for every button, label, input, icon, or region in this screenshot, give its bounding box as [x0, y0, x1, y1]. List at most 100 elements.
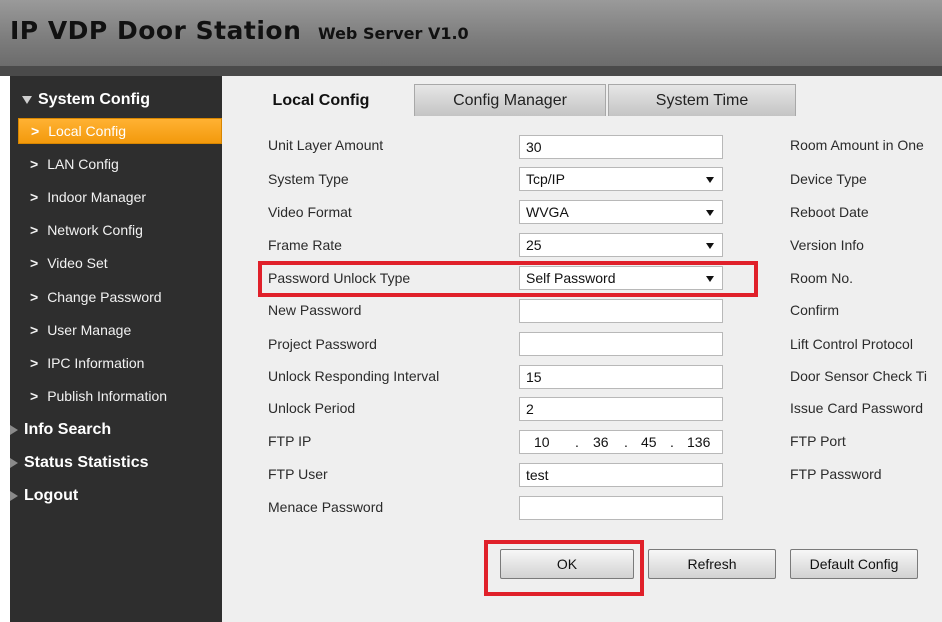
field-value: 30 [526, 139, 542, 155]
sidebar-item-publish-information[interactable]: > Publish Information [18, 383, 222, 409]
frame-rate-select[interactable]: 25 [519, 233, 723, 257]
label-confirm: Confirm [790, 302, 840, 318]
ip-octet-3[interactable]: 45 [641, 434, 657, 450]
button-label: Refresh [687, 556, 737, 572]
sidebar-item-lan-config[interactable]: > LAN Config [18, 151, 222, 177]
sidebar-item-user-manage[interactable]: > User Manage [18, 317, 222, 343]
label-frame-rate: Frame Rate [268, 237, 342, 253]
header-divider [0, 66, 942, 76]
tab-label: System Time [655, 91, 749, 109]
triangle-down-icon [22, 96, 32, 104]
label-new-password: New Password [268, 302, 362, 318]
highlight-box-ok-button [484, 540, 644, 596]
sidebar-item-change-password[interactable]: > Change Password [18, 284, 222, 310]
ip-octet-4[interactable]: 136 [687, 434, 710, 450]
unlock-period-input[interactable]: 2 [519, 397, 723, 421]
sidebar-item-label: Publish Information [47, 388, 168, 404]
label-ftp-ip: FTP IP [268, 433, 312, 449]
label-device-type: Device Type [790, 171, 867, 187]
label-room-no: Room No. [790, 270, 854, 286]
sidebar-item-ipc-information[interactable]: > IPC Information [18, 350, 222, 376]
chevron-right-icon: > [30, 388, 39, 404]
sidebar-item-label: Indoor Manager [47, 189, 147, 205]
unit-layer-amount-input[interactable]: 30 [519, 135, 723, 159]
tab-local-config[interactable]: Local Config [236, 84, 406, 116]
video-format-select[interactable]: WVGA [519, 200, 723, 224]
sidebar-section-label: System Config [38, 91, 151, 108]
sidebar-item-label: Change Password [47, 289, 162, 305]
label-unlock-period: Unlock Period [268, 400, 356, 416]
label-ftp-port: FTP Port [790, 433, 846, 449]
label-video-format: Video Format [268, 204, 352, 220]
label-room-amount: Room Amount in One [790, 137, 924, 153]
triangle-right-icon [10, 425, 18, 435]
menace-password-input[interactable] [519, 496, 723, 520]
new-password-input[interactable] [519, 299, 723, 323]
button-label: Default Config [809, 556, 899, 572]
project-password-input[interactable] [519, 332, 723, 356]
app-subtitle: Web Server V1.0 [318, 24, 469, 43]
tab-label: Config Manager [453, 91, 567, 109]
label-door-sensor-check: Door Sensor Check Ti [790, 368, 927, 384]
triangle-right-icon [10, 458, 18, 468]
chevron-right-icon: > [30, 355, 39, 371]
dropdown-arrow-icon [706, 177, 714, 183]
sidebar-section-status-statistics[interactable]: Status Statistics [10, 449, 222, 477]
sidebar-item-label: Local Config [48, 123, 127, 139]
sidebar-section-label: Logout [24, 487, 79, 504]
sidebar: System Config > Local Config > LAN Confi… [10, 76, 222, 622]
field-value: Tcp/IP [526, 171, 565, 187]
default-config-button[interactable]: Default Config [790, 549, 918, 579]
tab-system-time[interactable]: System Time [608, 84, 796, 116]
ftp-ip-input[interactable]: 10 . 36 . 45 . 136 [519, 430, 723, 454]
label-system-type: System Type [268, 171, 349, 187]
highlight-box-password-unlock-type [258, 261, 758, 297]
ip-octet-2[interactable]: 36 [593, 434, 609, 450]
app-header: IP VDP Door Station Web Server V1.0 [0, 0, 942, 66]
dropdown-arrow-icon [706, 210, 714, 216]
sidebar-item-indoor-manager[interactable]: > Indoor Manager [18, 184, 222, 210]
refresh-button[interactable]: Refresh [648, 549, 776, 579]
sidebar-item-label: Video Set [47, 255, 108, 271]
chevron-right-icon: > [30, 322, 39, 338]
label-issue-card-password: Issue Card Password [790, 400, 924, 416]
sidebar-section-system-config[interactable]: System Config [10, 86, 222, 114]
system-type-select[interactable]: Tcp/IP [519, 167, 723, 191]
chevron-right-icon: > [30, 289, 39, 305]
label-lift-control-protocol: Lift Control Protocol [790, 336, 913, 352]
label-project-password: Project Password [268, 336, 377, 352]
sidebar-section-label: Status Statistics [24, 454, 149, 471]
sidebar-item-local-config[interactable]: > Local Config [18, 118, 222, 144]
ip-dot: . [670, 434, 674, 450]
sidebar-section-label: Info Search [24, 421, 112, 438]
field-value: test [526, 467, 549, 483]
sidebar-item-video-set[interactable]: > Video Set [18, 250, 222, 276]
sidebar-section-info-search[interactable]: Info Search [10, 416, 222, 444]
chevron-right-icon: > [30, 156, 39, 172]
label-ftp-password: FTP Password [790, 466, 882, 482]
triangle-right-icon [10, 491, 18, 501]
label-version-info: Version Info [790, 237, 864, 253]
field-value: 15 [526, 369, 542, 385]
sidebar-item-label: IPC Information [47, 355, 145, 371]
field-value: 25 [526, 237, 542, 253]
ip-dot: . [575, 434, 579, 450]
tab-config-manager[interactable]: Config Manager [414, 84, 606, 116]
label-reboot-date: Reboot Date [790, 204, 869, 220]
sidebar-item-network-config[interactable]: > Network Config [18, 217, 222, 243]
sidebar-item-label: Network Config [47, 222, 143, 238]
unlock-responding-interval-input[interactable]: 15 [519, 365, 723, 389]
chevron-right-icon: > [30, 189, 39, 205]
ip-dot: . [624, 434, 628, 450]
chevron-right-icon: > [31, 123, 40, 139]
tab-label: Local Config [272, 91, 370, 109]
chevron-right-icon: > [30, 255, 39, 271]
chevron-right-icon: > [30, 222, 39, 238]
ip-octet-1[interactable]: 10 [534, 434, 550, 450]
label-ftp-user: FTP User [268, 466, 328, 482]
ftp-user-input[interactable]: test [519, 463, 723, 487]
sidebar-item-label: User Manage [47, 322, 132, 338]
dropdown-arrow-icon [706, 243, 714, 249]
label-unlock-responding-interval: Unlock Responding Interval [268, 368, 440, 384]
sidebar-section-logout[interactable]: Logout [10, 482, 222, 510]
